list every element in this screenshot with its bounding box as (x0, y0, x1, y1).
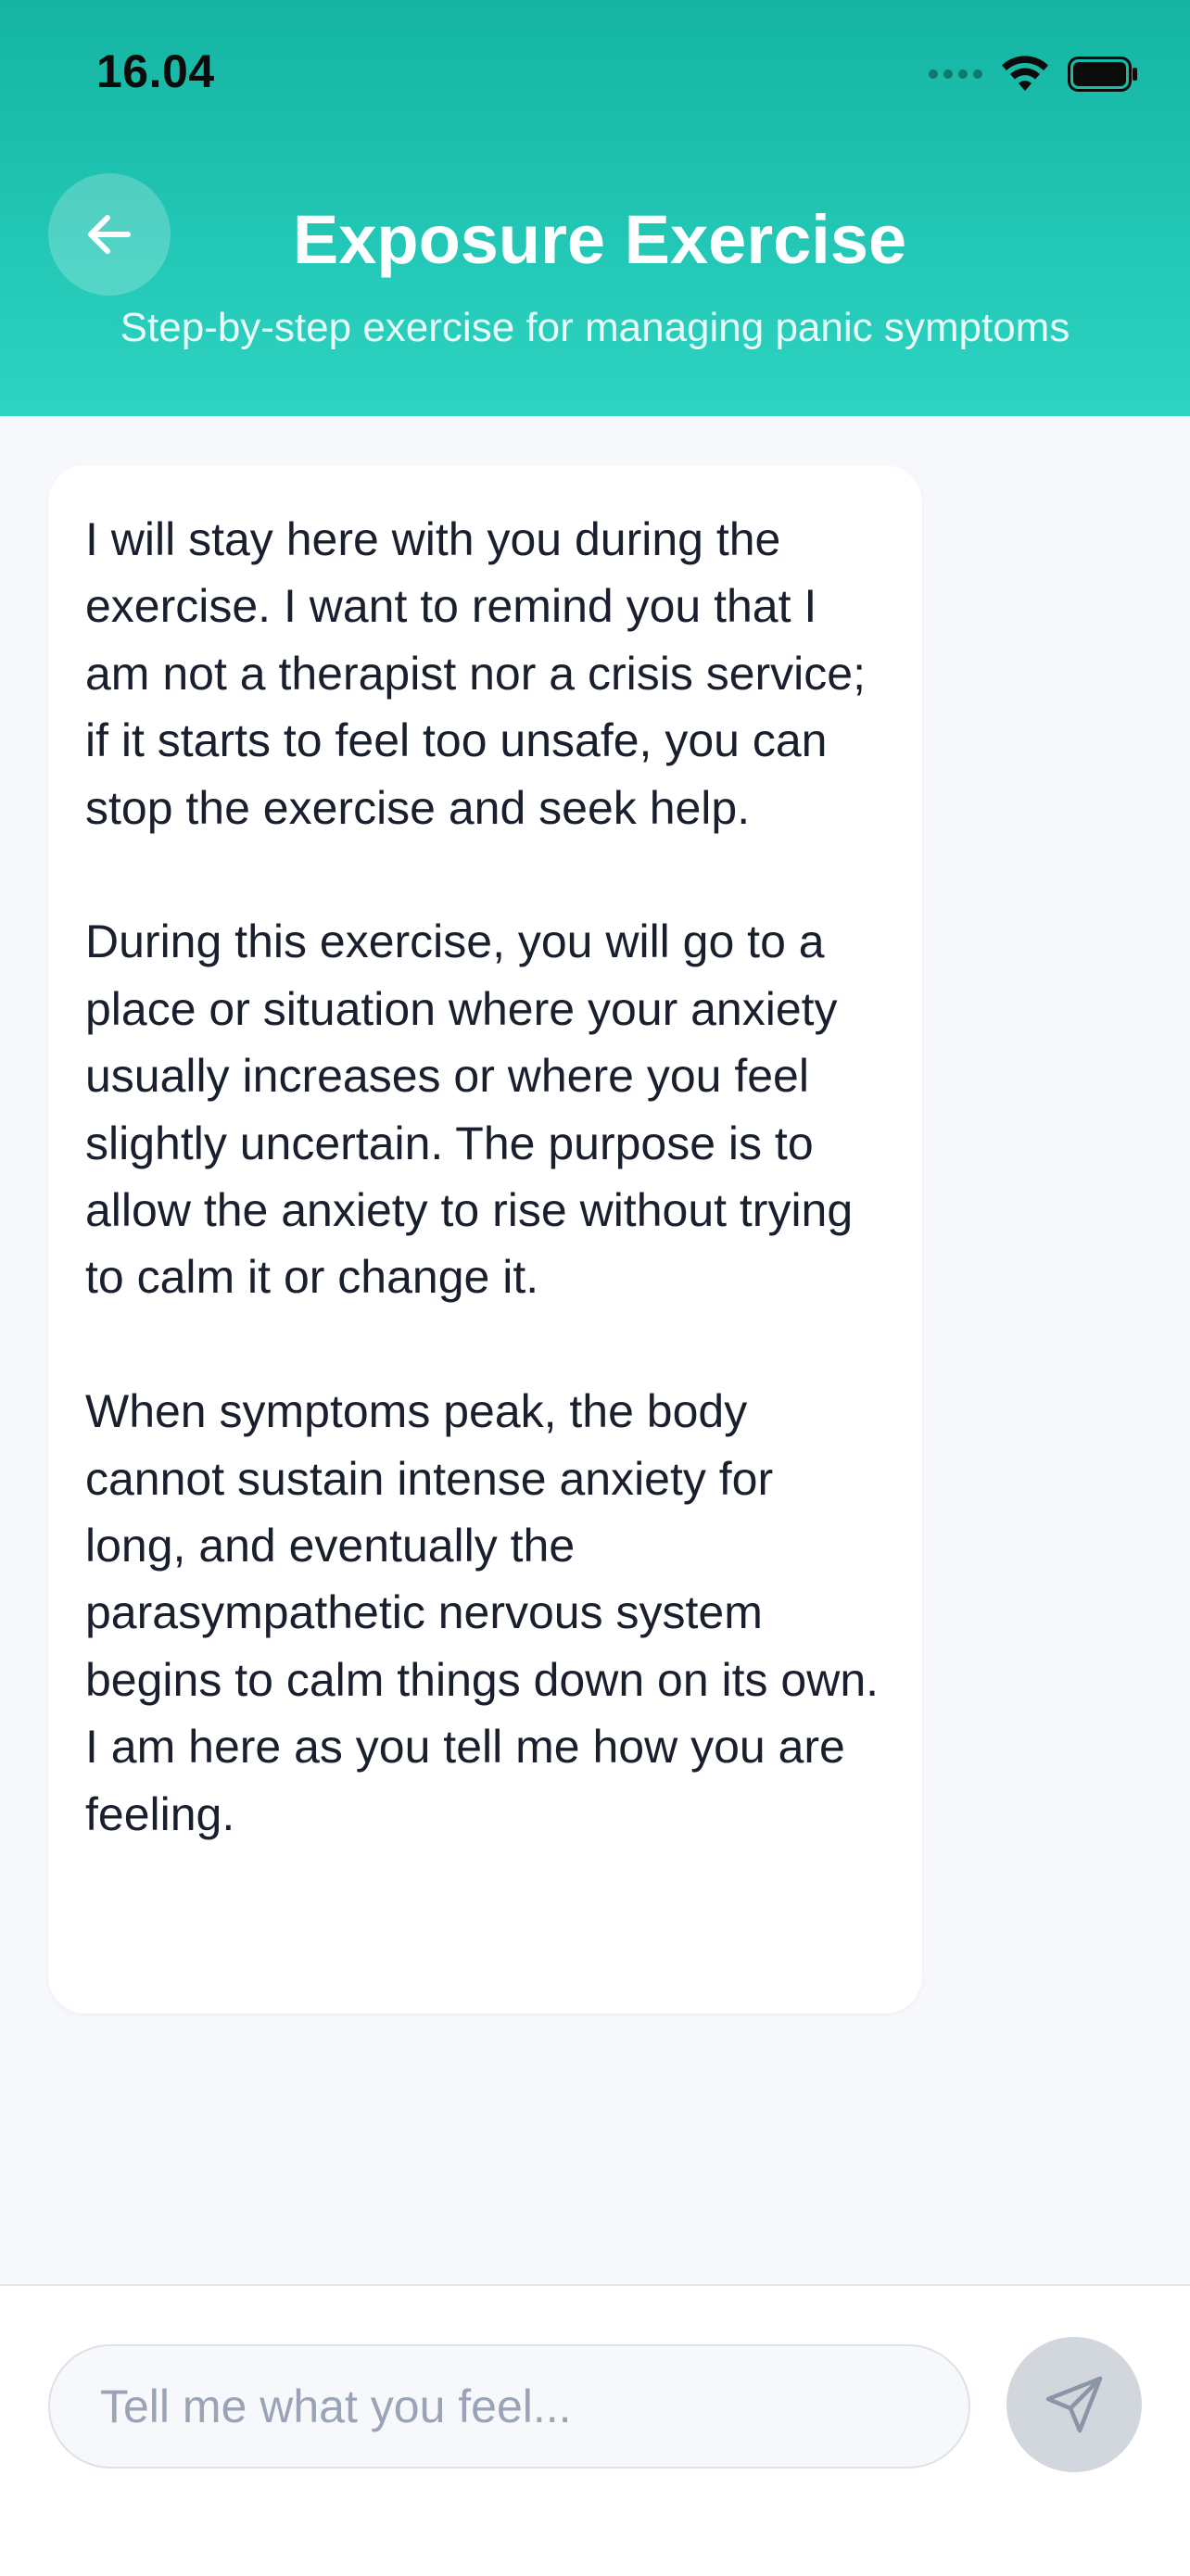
wifi-icon (1002, 56, 1048, 91)
assistant-message-bubble: I will stay here with you during the exe… (48, 465, 922, 2014)
message-paragraph: During this exercise, you will go to a p… (85, 915, 854, 1304)
message-composer (0, 2284, 1190, 2576)
status-time: 16.04 (96, 45, 215, 97)
page-title: Exposure Exercise (292, 201, 907, 278)
message-paragraph: When symptoms peak, the body cannot sust… (85, 1385, 880, 1840)
message-paragraph: I will stay here with you during the exe… (85, 513, 866, 834)
app-header: 16.04 Exposure Exercise Step-by-step exe… (0, 0, 1190, 416)
status-icons (929, 51, 1138, 97)
page-subtitle: Step-by-step exercise for managing panic… (120, 305, 1070, 350)
message-input[interactable] (48, 2344, 970, 2469)
send-icon (1045, 2376, 1103, 2433)
battery-icon (1068, 57, 1137, 92)
send-button[interactable] (1006, 2337, 1142, 2472)
cellular-dots-icon (929, 69, 982, 79)
